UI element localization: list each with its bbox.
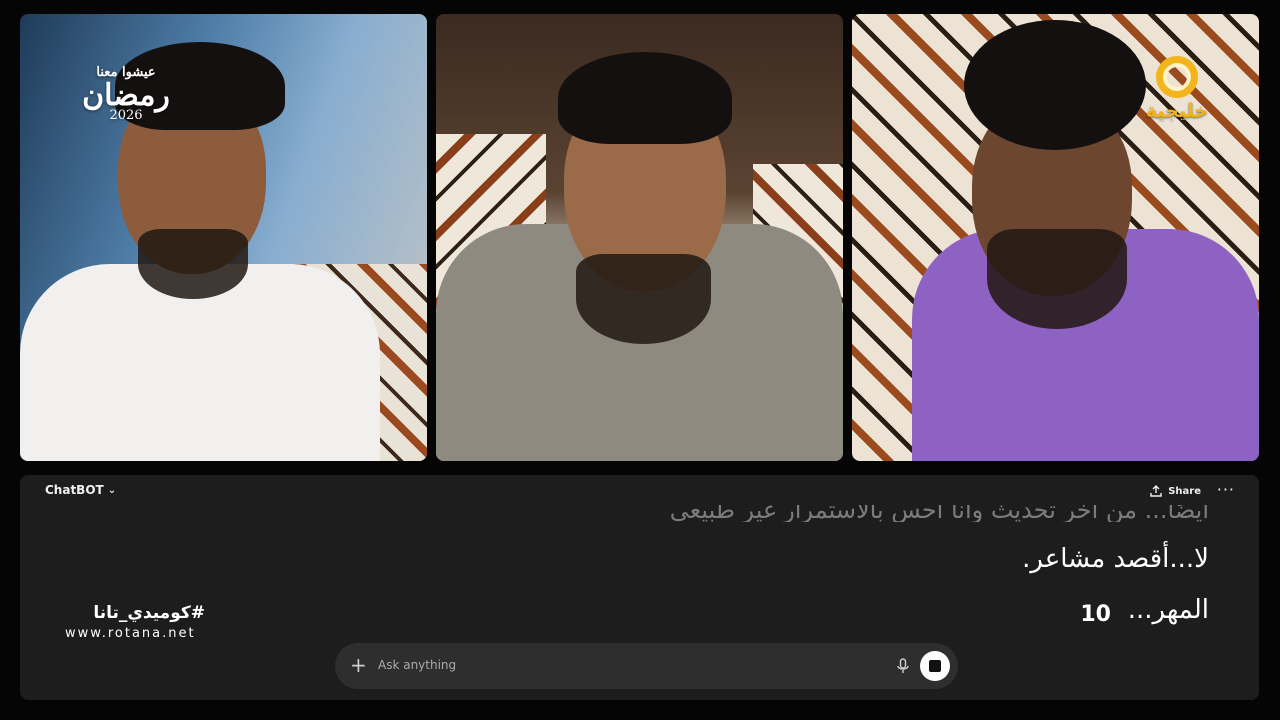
share-icon <box>1150 485 1162 497</box>
microphone-icon[interactable] <box>896 658 910 674</box>
share-label: Share <box>1168 485 1201 497</box>
plus-icon[interactable]: + <box>350 653 367 677</box>
show-hashtag-overlay: #كوميدي_تانا www.rotana.net <box>65 603 205 641</box>
stop-icon <box>929 660 941 672</box>
more-options-button[interactable]: ··· <box>1217 480 1235 499</box>
website-url: www.rotana.net <box>65 626 196 641</box>
chatbot-window: ChatBOT ⌄ Share ··· أيضًا... من آخر تحدي… <box>20 475 1259 700</box>
rotana-ring-icon <box>1156 56 1198 98</box>
message-composer[interactable]: + Ask anything <box>335 643 958 689</box>
message-line: لا...أقصد مشاعر. <box>1022 544 1209 574</box>
message-faded: أيضًا... من آخر تحديث وأنا أحس بالاستمرا… <box>669 496 1209 524</box>
chevron-down-icon: ⌄ <box>107 484 117 496</box>
model-name: ChatBOT <box>45 483 104 497</box>
video-panel-center <box>436 14 843 461</box>
stop-button[interactable] <box>920 651 950 681</box>
rotana-khaleejia-logo: خليجية <box>1137 56 1217 122</box>
logo-line-2: رمضان <box>82 78 170 113</box>
video-panel-left: عيشوا معنا رمضان 2026 <box>20 14 427 461</box>
ramadan-2026-logo: عيشوا معنا رمضان 2026 <box>66 66 186 122</box>
counter-number: 10 <box>1080 602 1111 627</box>
model-selector[interactable]: ChatBOT ⌄ <box>45 483 116 497</box>
share-button[interactable]: Share <box>1150 485 1201 497</box>
hashtag-text: #كوميدي_تانا <box>93 603 205 623</box>
rotana-logo-text: خليجية <box>1145 100 1209 122</box>
message-line: المهر... <box>1127 595 1209 625</box>
video-panel-right: خليجية <box>852 14 1259 461</box>
ask-input[interactable]: Ask anything <box>378 658 456 672</box>
